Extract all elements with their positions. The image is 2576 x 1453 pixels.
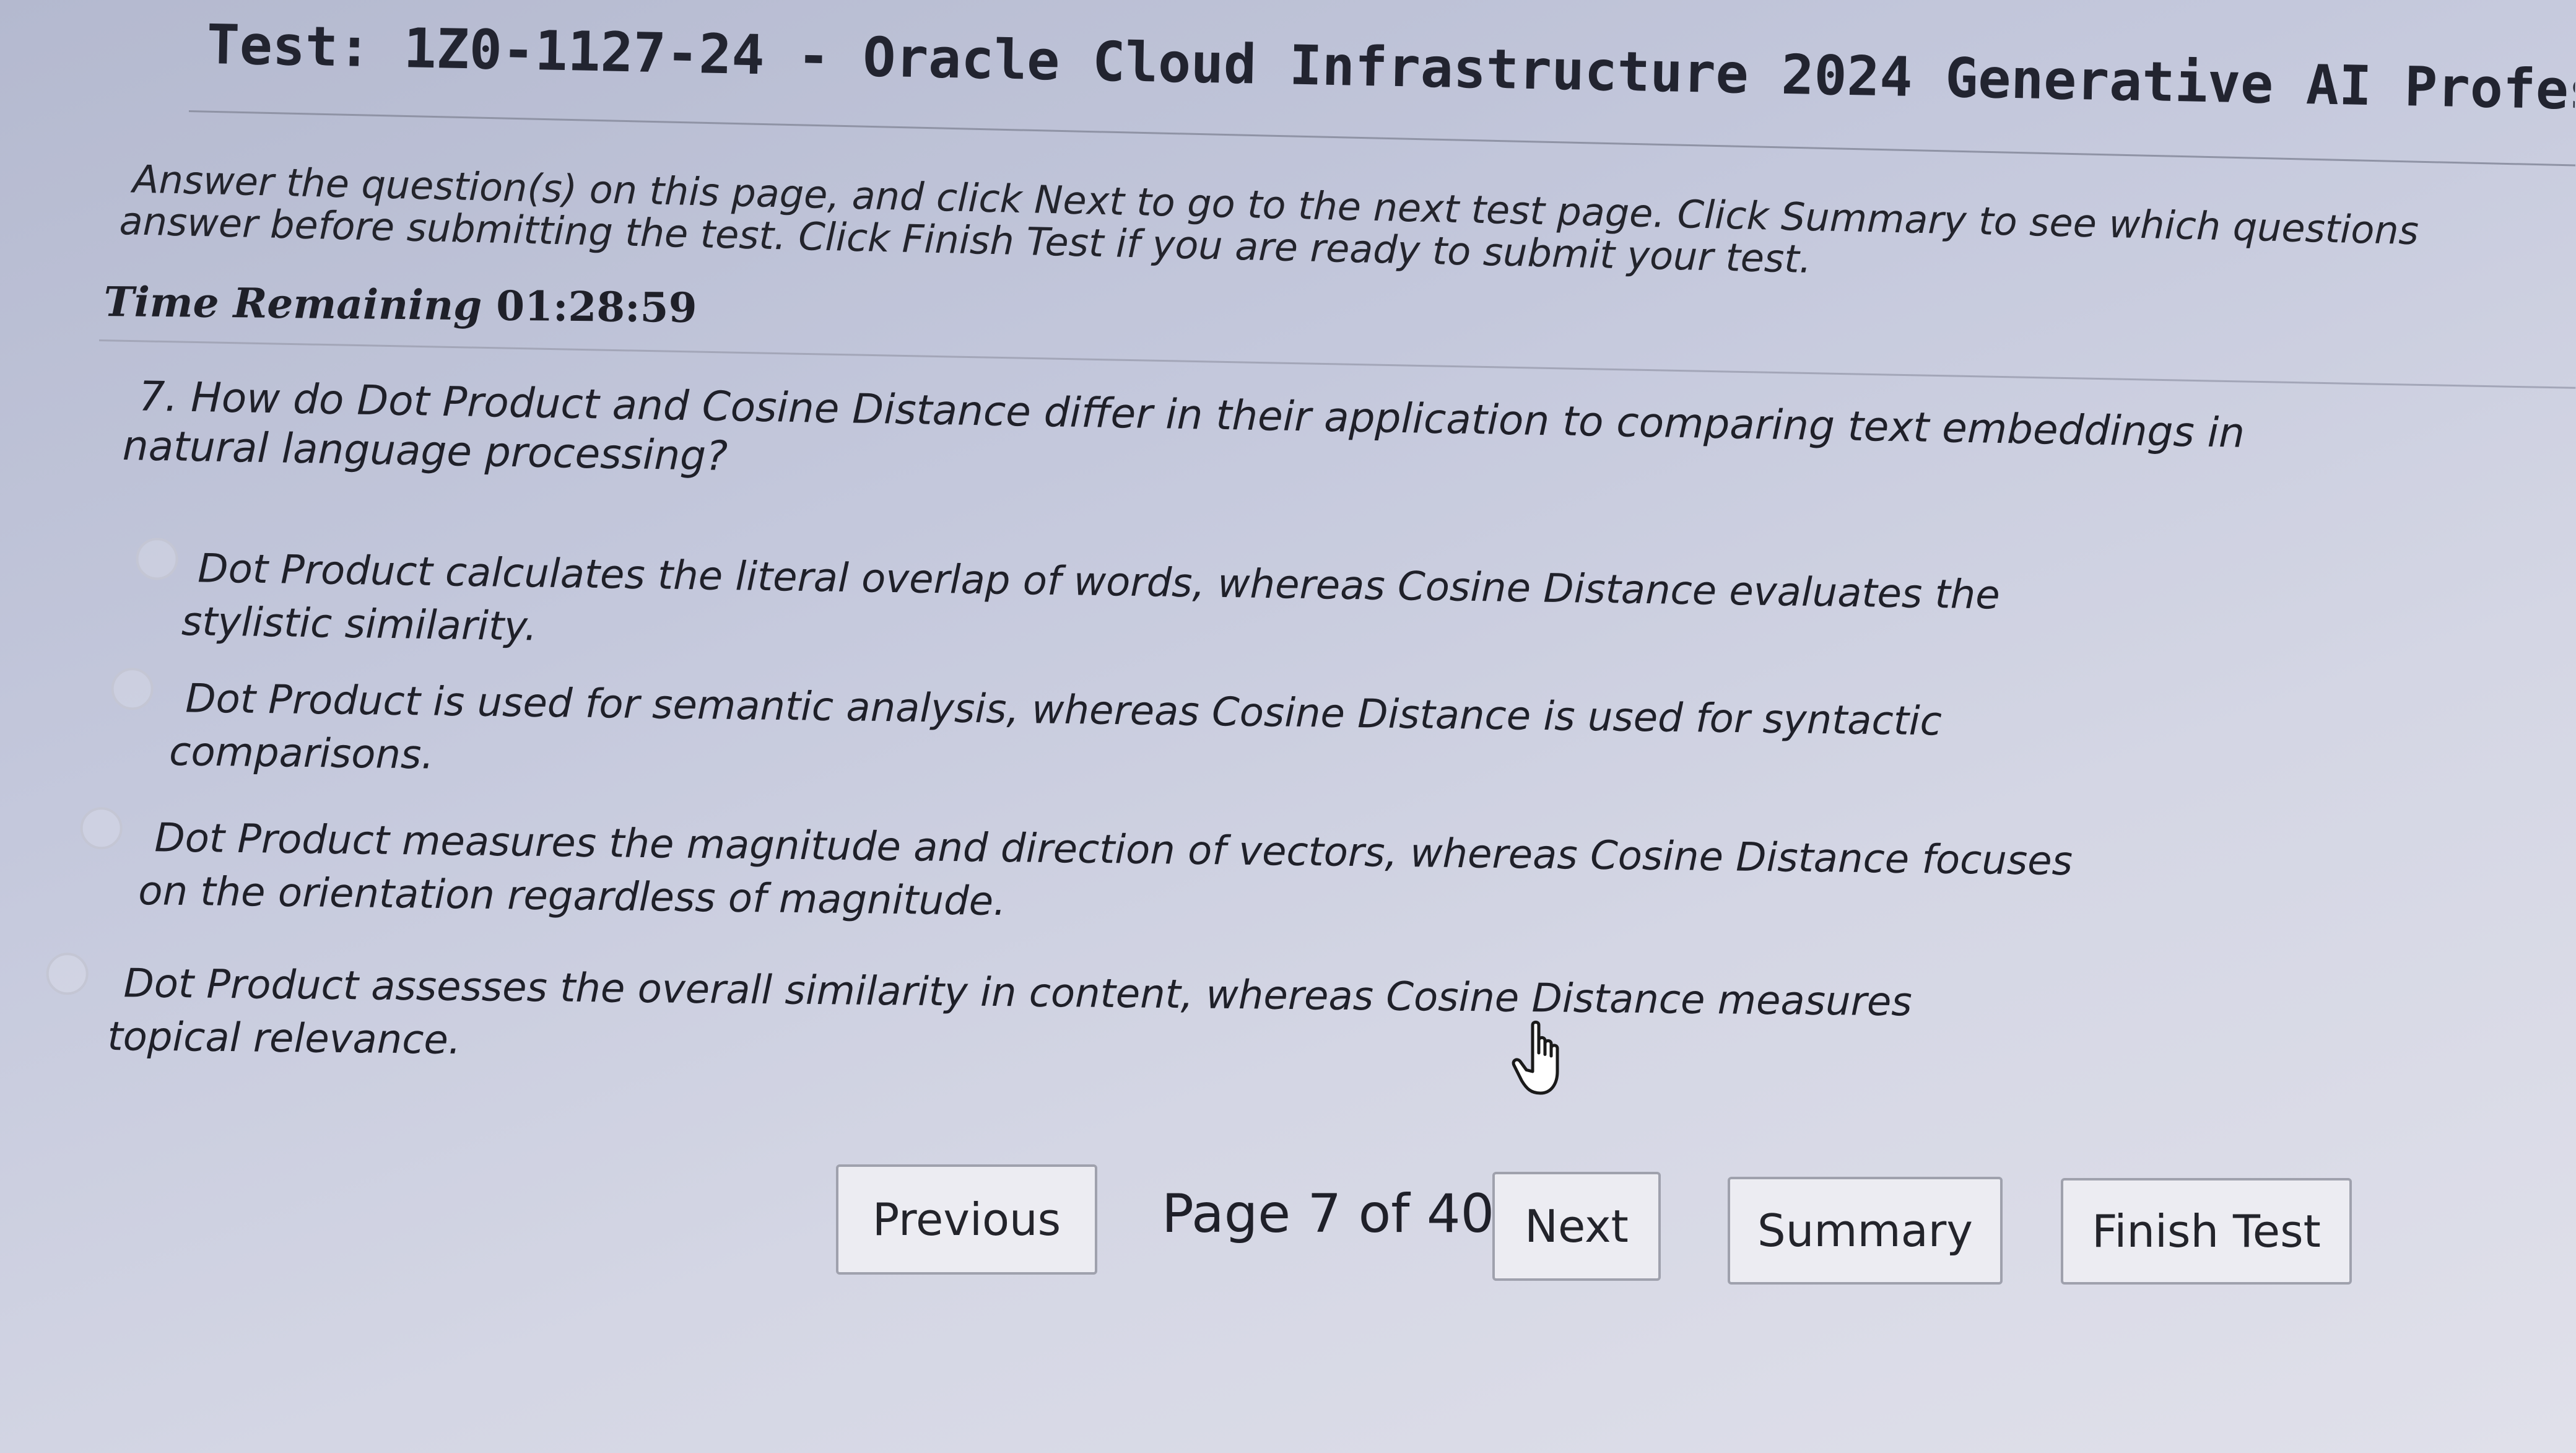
question-text: 7. How do Dot Product and Cosine Distanc… xyxy=(122,372,2575,513)
page-title: Test: 1Z0-1127-24 - Oracle Cloud Infrast… xyxy=(206,12,2576,122)
time-remaining-label: Time Remaining xyxy=(103,277,482,330)
time-remaining-value: 01:28:59 xyxy=(495,281,697,333)
answer-option-2[interactable]: Dot Product is used for semantic analysi… xyxy=(111,667,1943,801)
summary-button[interactable]: Summary xyxy=(1728,1177,2003,1285)
exam-page: Test: 1Z0-1127-24 - Oracle Cloud Infrast… xyxy=(0,0,2576,1453)
answer-option-1[interactable]: Dot Product calculates the literal overl… xyxy=(136,537,2000,676)
radio-button[interactable] xyxy=(80,806,123,850)
radio-button[interactable] xyxy=(111,667,154,710)
finish-test-button[interactable]: Finish Test xyxy=(2061,1178,2352,1285)
answer-option-4[interactable]: Dot Product assesses the overall similar… xyxy=(46,952,1912,1082)
page-indicator: Page 7 of 40 xyxy=(1162,1183,1495,1245)
radio-button[interactable] xyxy=(46,952,89,995)
next-button[interactable]: Next xyxy=(1492,1172,1661,1281)
answer-option-3[interactable]: Dot Product measures the magnitude and d… xyxy=(80,806,2073,941)
radio-button[interactable] xyxy=(136,537,179,580)
time-remaining: Time Remaining 01:28:59 xyxy=(103,277,697,332)
title-divider xyxy=(188,110,2576,167)
instructions-text: Answer the question(s) on this page, and… xyxy=(119,156,2575,298)
previous-button[interactable]: Previous xyxy=(836,1164,1097,1275)
hand-pointer-icon xyxy=(1512,1020,1559,1095)
